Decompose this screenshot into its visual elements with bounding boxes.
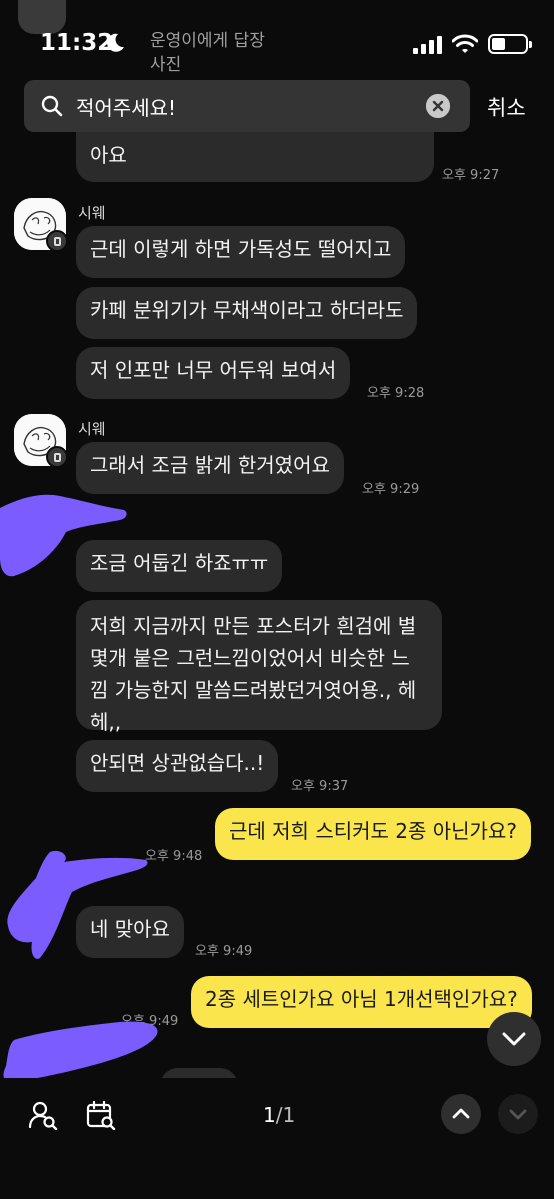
search-input[interactable]: 적어주세요! xyxy=(76,92,176,121)
message-time: 오후 9:48 xyxy=(145,849,203,864)
chat-area[interactable]: 운영이에게 답장 사진 아요 오후 9:27 시웨 근데 이렇게 하면 가독성도… xyxy=(0,0,554,1199)
avatar[interactable] xyxy=(14,414,68,468)
message-time: 오후 9:29 xyxy=(362,482,420,497)
message-text: 그래서 조금 밝게 한거였어요 xyxy=(90,453,330,477)
message-text: 2종 세트인가요 아님 1개선택인가요? xyxy=(205,987,518,1011)
search-by-member-icon[interactable] xyxy=(28,1100,58,1130)
message-text: 조금 어둡긴 하죠ㅠㅠ xyxy=(90,551,269,575)
search-by-date-icon[interactable] xyxy=(86,1100,116,1130)
message-text: 아요 xyxy=(90,143,127,167)
message-time: 오후 9:37 xyxy=(291,779,349,794)
my-message-bubble[interactable]: 근데 저희 스티커도 2종 아닌가요? xyxy=(215,808,531,860)
scroll-to-bottom-button[interactable] xyxy=(487,1012,541,1066)
message-bubble[interactable]: 그래서 조금 밝게 한거였어요 xyxy=(76,442,344,494)
message-time: 오후 9:27 xyxy=(442,168,500,183)
message-bubble[interactable]: 네 맞아요 xyxy=(76,906,184,958)
previous-result-button[interactable] xyxy=(441,1094,481,1134)
message-time: 오후 9:28 xyxy=(367,386,425,401)
message-text: 네 맞아요 xyxy=(90,917,170,941)
current-result: 1 xyxy=(263,1103,276,1127)
redaction-mark xyxy=(3,1021,158,1082)
sender-name: 시웨 xyxy=(78,420,106,438)
message-text: 카페 분위기가 무채색이라고 하더라도 xyxy=(90,298,404,322)
message-text: 저 인포만 너무 어두워 보여서 xyxy=(90,358,337,382)
sender-name: 시웨 xyxy=(78,204,106,222)
message-bubble[interactable]: 카페 분위기가 무채색이라고 하더라도 xyxy=(76,287,418,339)
search-bar[interactable]: 적어주세요! xyxy=(24,80,470,132)
message-text: 저희 지금까지 만든 포스터가 흰검에 별 몇개 붙은 그런느낌이었어서 비슷한… xyxy=(90,614,417,734)
avatar[interactable] xyxy=(14,198,68,252)
message-time: 오후 9:49 xyxy=(195,944,253,959)
moon-icon xyxy=(107,33,124,52)
channel-badge-icon xyxy=(46,230,68,252)
message-bubble[interactable]: 조금 어둡긴 하죠ㅠㅠ xyxy=(76,540,283,592)
message-text: 근데 이렇게 하면 가독성도 떨어지고 xyxy=(90,237,392,261)
status-bar: 11:32 xyxy=(0,0,554,80)
chevron-down-icon xyxy=(509,1109,527,1120)
wifi-icon xyxy=(452,34,478,53)
next-result-button[interactable] xyxy=(498,1094,538,1134)
status-time: 11:32 xyxy=(40,30,114,56)
my-message-bubble[interactable]: 2종 세트인가요 아님 1개선택인가요? xyxy=(191,976,532,1028)
close-icon xyxy=(426,94,450,118)
cellular-signal-icon xyxy=(413,36,442,54)
battery-icon xyxy=(488,34,532,54)
search-result-counter: 1/1 xyxy=(263,1103,295,1127)
total-results: /1 xyxy=(275,1103,296,1127)
message-bubble[interactable]: 안되면 상관없습다..! xyxy=(76,740,279,792)
message-text: 근데 저희 스티커도 2종 아닌가요? xyxy=(229,819,517,843)
message-bubble[interactable]: 저희 지금까지 만든 포스터가 흰검에 별 몇개 붙은 그런느낌이었어서 비슷한… xyxy=(76,600,442,734)
cancel-button[interactable]: 취소 xyxy=(487,92,526,122)
message-bubble[interactable]: 근데 이렇게 하면 가독성도 떨어지고 xyxy=(76,226,406,278)
search-navigation-bar: 1/1 xyxy=(0,1078,554,1199)
message-bubble[interactable]: 저 인포만 너무 어두워 보여서 xyxy=(76,347,351,399)
channel-badge-icon xyxy=(46,446,68,468)
chevron-up-icon xyxy=(452,1108,470,1119)
message-text: 안되면 상관없습다..! xyxy=(90,751,265,775)
clear-search-button[interactable] xyxy=(426,94,450,118)
chevron-down-icon xyxy=(502,1032,526,1046)
search-icon xyxy=(41,95,63,117)
